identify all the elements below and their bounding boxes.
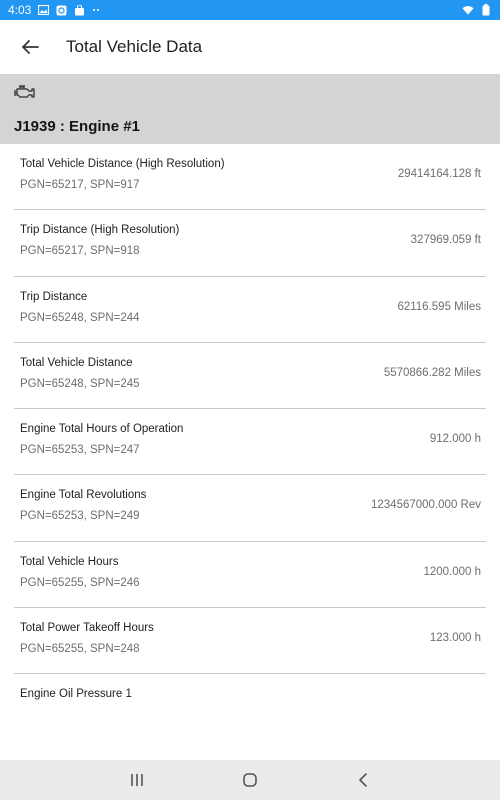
sync-icon <box>55 4 67 16</box>
list-item[interactable]: Total Vehicle Distance (High Resolution)… <box>14 144 486 211</box>
list-item[interactable]: Engine Total Revolutions PGN=65253, SPN=… <box>14 475 486 542</box>
nav-bar <box>0 760 500 800</box>
item-name: Trip Distance <box>20 290 88 303</box>
wifi-icon <box>462 4 474 16</box>
list-item[interactable]: Total Power Takeoff Hours PGN=65255, SPN… <box>14 608 486 675</box>
item-pgn: PGN=65253, SPN=247 <box>20 444 140 457</box>
item-name: Trip Distance (High Resolution) <box>20 224 180 237</box>
item-value: 123.000 h <box>429 632 481 645</box>
arrow-left-icon <box>22 40 39 54</box>
item-value: 1200.000 h <box>423 565 481 578</box>
list-item[interactable]: Total Vehicle Hours PGN=65255, SPN=246 1… <box>14 542 486 609</box>
home-button[interactable] <box>235 765 265 795</box>
status-right <box>462 4 492 16</box>
bag-icon <box>73 4 85 16</box>
back-button[interactable] <box>17 34 43 60</box>
item-value: 29414164.128 ft <box>397 168 481 180</box>
page-title: Total Vehicle Data <box>66 37 203 56</box>
item-pgn: PGN=65217, SPN=917 <box>20 179 140 191</box>
item-pgn: PGN=65248, SPN=245 <box>20 377 140 390</box>
item-name: Total Vehicle Hours <box>20 555 119 568</box>
item-value: 327969.059 ft <box>410 234 481 247</box>
item-value: 912.000 h <box>429 433 481 446</box>
image-icon <box>37 4 49 16</box>
item-name: Engine Total Revolutions <box>20 489 147 502</box>
back-icon <box>359 773 368 787</box>
item-name: Engine Total Hours of Operation <box>20 423 184 436</box>
section-header: J1939 : Engine #1 <box>0 74 500 144</box>
item-pgn: PGN=65253, SPN=249 <box>20 510 140 523</box>
status-bar: 4:03 <box>0 0 500 20</box>
recents-button[interactable] <box>122 765 152 795</box>
home-icon <box>243 773 257 787</box>
status-time: 4:03 <box>8 3 32 17</box>
list-item[interactable]: Engine Oil Pressure 1 <box>14 674 486 700</box>
item-value: 62116.595 Miles <box>397 300 481 313</box>
item-pgn: PGN=65248, SPN=244 <box>20 311 140 324</box>
more-dots-icon <box>91 4 103 16</box>
list-item[interactable]: Engine Total Hours of Operation PGN=6525… <box>14 409 486 476</box>
item-value: 1234567000.000 Rev <box>371 499 481 512</box>
recents-icon <box>130 774 143 786</box>
item-pgn: PGN=65255, SPN=248 <box>20 643 140 656</box>
section-title: J1939 : Engine #1 <box>14 118 140 135</box>
item-pgn: PGN=65217, SPN=918 <box>20 245 140 258</box>
list-item[interactable]: Total Vehicle Distance PGN=65248, SPN=24… <box>14 343 486 410</box>
item-name: Total Vehicle Distance (High Resolution) <box>20 158 225 170</box>
list-item[interactable]: Trip Distance PGN=65248, SPN=244 62116.5… <box>14 277 486 343</box>
list-item[interactable]: Trip Distance (High Resolution) PGN=6521… <box>14 210 486 277</box>
app-bar: Total Vehicle Data <box>0 20 500 74</box>
item-name: Engine Oil Pressure 1 <box>20 688 132 700</box>
item-name: Total Power Takeoff Hours <box>20 622 154 635</box>
status-left: 4:03 <box>8 3 103 17</box>
item-value: 5570866.282 Miles <box>383 366 481 379</box>
item-pgn: PGN=65255, SPN=246 <box>20 576 140 589</box>
nav-back-button[interactable] <box>348 765 378 795</box>
item-name: Total Vehicle Distance <box>20 356 133 369</box>
battery-icon <box>480 4 492 16</box>
data-list[interactable]: Total Vehicle Distance (High Resolution)… <box>0 144 500 700</box>
engine-icon <box>14 85 35 98</box>
